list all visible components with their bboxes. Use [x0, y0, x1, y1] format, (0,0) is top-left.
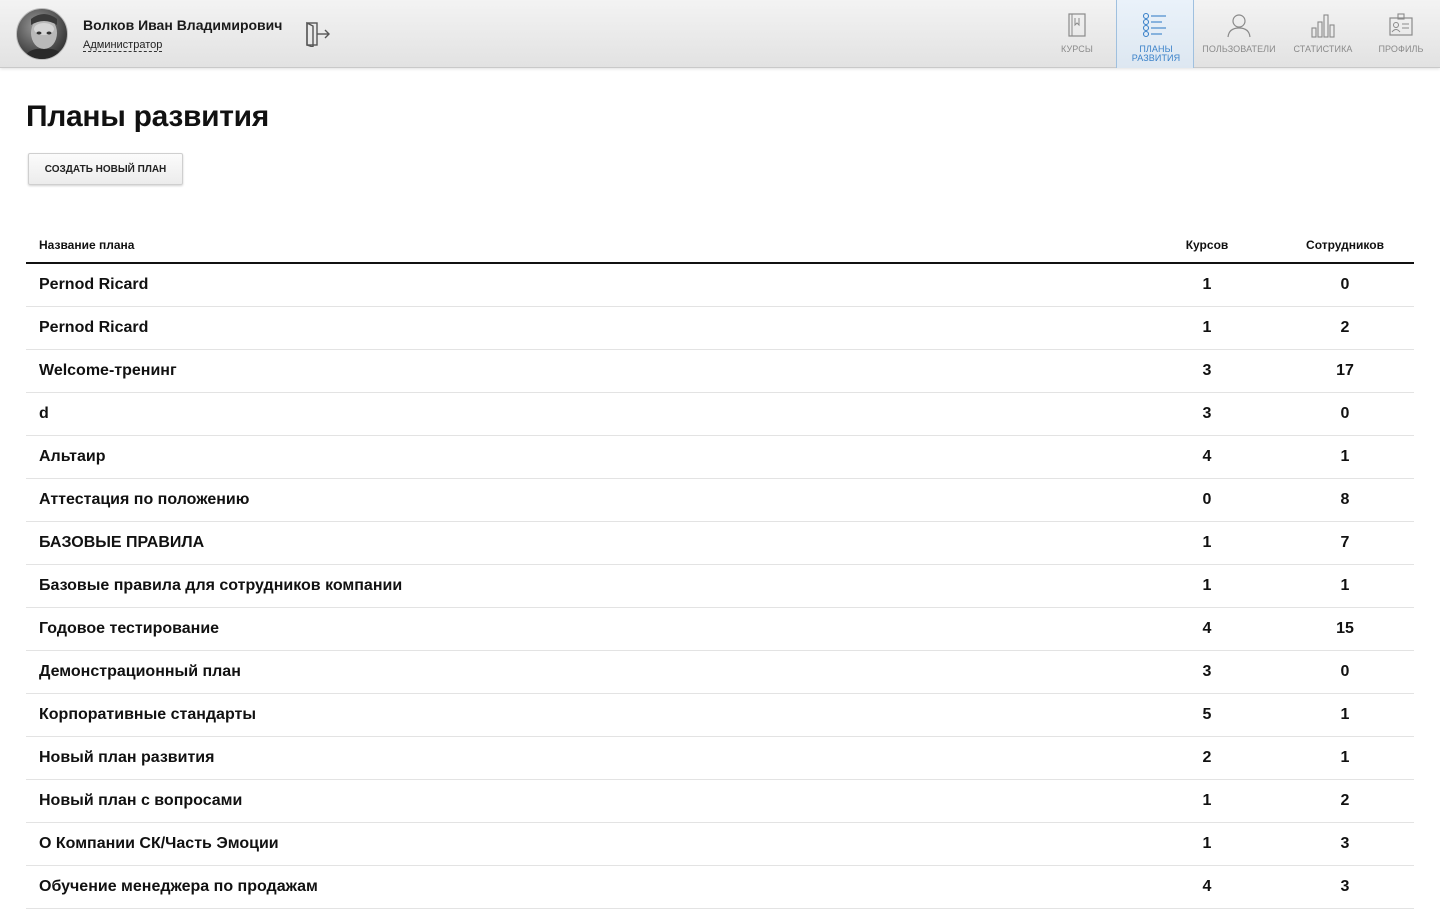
table-row[interactable]: d 3 0 [26, 393, 1414, 436]
table-row[interactable]: Корпоративные стандарты 5 1 [26, 694, 1414, 737]
plan-name[interactable]: Демонстрационный план [39, 663, 241, 681]
staff-count: 1 [1340, 577, 1350, 594]
plan-name[interactable]: БАЗОВЫЕ ПРАВИЛА [39, 534, 204, 552]
table-row[interactable]: Демонстрационный план 3 0 [26, 651, 1414, 694]
users-icon [1227, 14, 1251, 38]
plan-name[interactable]: Корпоративные стандарты [39, 706, 256, 724]
staff-count: 0 [1340, 663, 1350, 680]
staff-count: 1 [1340, 749, 1350, 766]
staff-count: 8 [1340, 491, 1350, 508]
book-icon [1068, 13, 1086, 37]
create-plan-button[interactable]: СОЗДАТЬ НОВЫЙ ПЛАН [28, 153, 183, 185]
courses-count: 5 [1202, 706, 1212, 723]
courses-count: 3 [1202, 362, 1212, 379]
table-row[interactable]: БАЗОВЫЕ ПРАВИЛА 1 7 [26, 522, 1414, 565]
plan-name[interactable]: Pernod Ricard [39, 276, 148, 294]
plan-name[interactable]: Обучение менеджера по продажам [39, 878, 318, 896]
courses-count: 4 [1202, 448, 1212, 465]
checklist-icon [1142, 12, 1166, 38]
table-row[interactable]: Welcome-тренинг 3 17 [26, 350, 1414, 393]
staff-count: 0 [1340, 276, 1350, 293]
column-header-staff[interactable]: Сотрудников [1288, 238, 1402, 252]
table-header: Название плана Курсов Сотрудников [26, 224, 1414, 264]
courses-count: 2 [1202, 749, 1212, 766]
logout-button[interactable] [304, 21, 332, 48]
staff-count: 7 [1340, 534, 1350, 551]
staff-count: 2 [1340, 319, 1350, 336]
nav-item-plans[interactable]: ПЛАНЫ РАЗВИТИЯ [1116, 0, 1194, 68]
plan-name[interactable]: Pernod Ricard [39, 319, 148, 337]
plan-name[interactable]: Альтаир [39, 448, 106, 466]
user-photo-icon [23, 14, 65, 59]
courses-count: 1 [1202, 792, 1212, 809]
nav-label: КУРСЫ [1061, 44, 1093, 54]
courses-count: 1 [1202, 577, 1212, 594]
courses-count: 1 [1202, 276, 1212, 293]
staff-count: 1 [1340, 448, 1350, 465]
logout-icon [306, 21, 330, 48]
bar-chart-icon [1311, 14, 1335, 38]
staff-count: 0 [1340, 405, 1350, 422]
nav-label: ПРОФИЛЬ [1378, 44, 1424, 54]
table-row[interactable]: Pernod Ricard 1 2 [26, 307, 1414, 350]
courses-count: 0 [1202, 491, 1212, 508]
table-body: Pernod Ricard 1 0 Pernod Ricard 1 2 Welcome-тр… [26, 264, 1414, 909]
staff-count: 15 [1336, 620, 1354, 637]
table-row[interactable]: Новый план развития 2 1 [26, 737, 1414, 780]
table-row[interactable]: Базовые правила для сотрудников компании… [26, 565, 1414, 608]
user-role-link[interactable]: Администратор [83, 39, 163, 52]
id-card-icon [1389, 13, 1413, 36]
staff-count: 2 [1340, 792, 1350, 809]
column-header-name[interactable]: Название плана [39, 238, 134, 252]
main-nav: КУРСЫ ПЛАНЫ РАЗВИТИЯ ПОЛЬЗОВАТЕЛИ СТАТИС… [1038, 0, 1440, 68]
top-header: Волков Иван Владимирович Администратор К… [0, 0, 1440, 68]
page-title: Планы развития [26, 100, 269, 133]
plan-name[interactable]: О Компании СК/Часть Эмоции [39, 835, 279, 853]
nav-label: ПОЛЬЗОВАТЕЛИ [1202, 44, 1276, 54]
staff-count: 1 [1340, 706, 1350, 723]
column-header-courses[interactable]: Курсов [1146, 238, 1268, 252]
nav-item-statistics[interactable]: СТАТИСТИКА [1284, 0, 1362, 68]
courses-count: 1 [1202, 835, 1212, 852]
courses-count: 4 [1202, 878, 1212, 895]
table-row[interactable]: Pernod Ricard 1 0 [26, 264, 1414, 307]
nav-label: ПЛАНЫ РАЗВИТИЯ [1131, 44, 1181, 63]
courses-count: 1 [1202, 534, 1212, 551]
courses-count: 4 [1202, 620, 1212, 637]
nav-item-users[interactable]: ПОЛЬЗОВАТЕЛИ [1194, 0, 1284, 68]
table-row[interactable]: Аттестация по положению 0 8 [26, 479, 1414, 522]
nav-item-profile[interactable]: ПРОФИЛЬ [1362, 0, 1440, 68]
table-row[interactable]: Годовое тестирование 4 15 [26, 608, 1414, 651]
table-row[interactable]: Новый план с вопросами 1 2 [26, 780, 1414, 823]
plan-name[interactable]: Годовое тестирование [39, 620, 219, 638]
courses-count: 1 [1202, 319, 1212, 336]
plan-name[interactable]: Новый план развития [39, 749, 214, 767]
plan-name[interactable]: Аттестация по положению [39, 491, 249, 509]
nav-label: СТАТИСТИКА [1293, 44, 1353, 54]
table-row[interactable]: Альтаир 4 1 [26, 436, 1414, 479]
courses-count: 3 [1202, 663, 1212, 680]
plans-table: Название плана Курсов Сотрудников Pernod… [26, 224, 1414, 909]
staff-count: 17 [1336, 362, 1354, 379]
plan-name[interactable]: Базовые правила для сотрудников компании [39, 577, 402, 595]
user-name: Волков Иван Владимирович [83, 17, 283, 33]
plan-name[interactable]: Новый план с вопросами [39, 792, 242, 810]
plan-name[interactable]: d [39, 405, 49, 423]
staff-count: 3 [1340, 878, 1350, 895]
table-row[interactable]: Обучение менеджера по продажам 4 3 [26, 866, 1414, 909]
plan-name[interactable]: Welcome-тренинг [39, 362, 177, 380]
table-row[interactable]: О Компании СК/Часть Эмоции 1 3 [26, 823, 1414, 866]
nav-item-courses[interactable]: КУРСЫ [1038, 0, 1116, 68]
staff-count: 3 [1340, 835, 1350, 852]
avatar[interactable] [16, 8, 68, 60]
courses-count: 3 [1202, 405, 1212, 422]
